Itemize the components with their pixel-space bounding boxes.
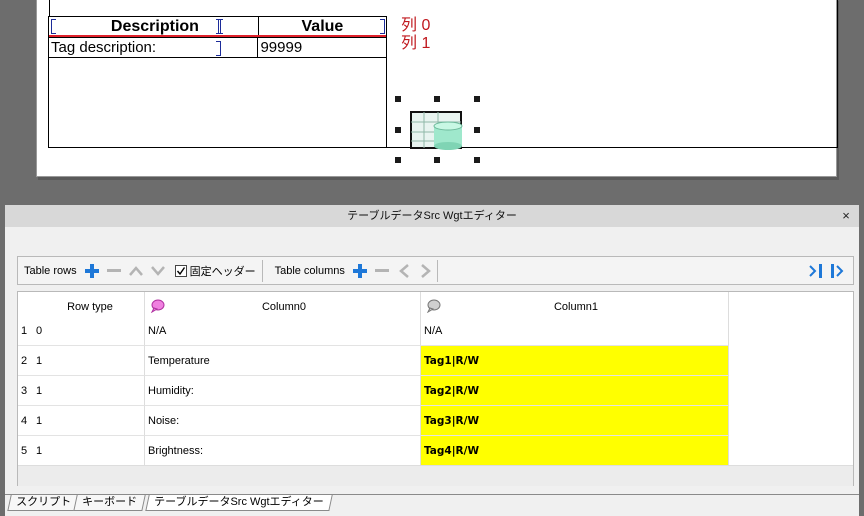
resize-handle[interactable]: [434, 157, 440, 163]
tab-script-label: スクリプト: [16, 496, 72, 508]
resize-handle[interactable]: [395, 157, 401, 163]
column1-cell[interactable]: Tag3|R/W: [421, 406, 729, 436]
table-columns-label: Table columns: [274, 264, 345, 277]
move-row-down-icon[interactable]: [147, 260, 169, 282]
column0-cell[interactable]: Temperature: [145, 346, 421, 376]
table-row[interactable]: 3 1 Humidity: Tag2|R/W: [18, 376, 729, 406]
grid-horizontal-scrollbar[interactable]: [18, 465, 853, 486]
tab-keyboard-label: キーボード: [82, 496, 138, 508]
column-labels: 列 0 列 1: [401, 17, 430, 53]
remove-column-icon[interactable]: [371, 260, 393, 282]
fixed-header-checkbox[interactable]: 固定ヘッダー: [174, 263, 256, 279]
table-rows-label: Table rows: [24, 264, 77, 277]
table-data-source-widget-icon[interactable]: [410, 110, 464, 150]
design-canvas[interactable]: Description Value Tag description: 99999…: [0, 0, 864, 200]
column0-header-label: Column0: [261, 301, 307, 313]
column-marker: [216, 41, 221, 56]
toolbar-divider: [261, 259, 263, 282]
resize-handle[interactable]: [395, 127, 401, 133]
table-data-grid: Row type Column0 Column1 1 0 N/A N/A 2 1: [17, 291, 854, 486]
resize-handle[interactable]: [434, 96, 440, 102]
editor-toolbar: Table rows 固定ヘッダー Table columns: [17, 256, 854, 285]
column1-cell[interactable]: Tag2|R/W: [421, 376, 729, 406]
resize-handle[interactable]: [395, 96, 401, 102]
column-label-1: 列 1: [401, 35, 431, 52]
table-data-src-editor-panel: テーブルデータSrc Wgtエディター × Table rows 固定ヘッダー …: [5, 205, 859, 516]
table-row[interactable]: 4 1 Noise: Tag3|R/W: [18, 406, 729, 436]
resize-handle[interactable]: [474, 96, 480, 102]
preview-cell-description: Tag description:: [49, 38, 259, 57]
column0-cell[interactable]: Noise:: [145, 406, 421, 436]
insert-column-before-icon[interactable]: [827, 260, 849, 282]
checkbox-checked-icon[interactable]: [174, 264, 187, 277]
tab-script[interactable]: スクリプト: [7, 495, 80, 511]
row-number: 1: [18, 316, 33, 346]
toolbar-spacer: [436, 259, 805, 282]
move-row-up-icon[interactable]: [125, 260, 147, 282]
column1-header-label: Column1: [553, 301, 599, 313]
column0-cell[interactable]: Humidity:: [145, 376, 421, 406]
header-separator-line: [49, 35, 386, 37]
row-number: 2: [18, 346, 33, 376]
row-type-cell[interactable]: 0: [33, 316, 145, 346]
row-type-cell[interactable]: 1: [33, 406, 145, 436]
add-row-icon[interactable]: [81, 260, 103, 282]
tab-keyboard[interactable]: キーボード: [73, 495, 146, 511]
insert-column-after-icon[interactable]: [805, 260, 827, 282]
editor-title: テーブルデータSrc Wgtエディター: [5, 205, 859, 227]
preview-header-description: Description: [49, 17, 259, 37]
column1-cell[interactable]: N/A: [421, 316, 729, 346]
remove-row-icon[interactable]: [103, 260, 125, 282]
add-column-icon[interactable]: [349, 260, 371, 282]
resize-handle[interactable]: [474, 157, 480, 163]
tab-table-data-src-editor-label: テーブルデータSrc Wgtエディター: [154, 496, 324, 508]
column1-cell[interactable]: Tag1|R/W: [421, 346, 729, 376]
editor-tab-bar: スクリプト キーボード テーブルデータSrc Wgtエディター: [5, 494, 859, 516]
resize-handle[interactable]: [474, 127, 480, 133]
column-label-0: 列 0: [401, 17, 431, 34]
move-column-left-icon[interactable]: [393, 260, 415, 282]
tab-table-data-src-editor[interactable]: テーブルデータSrc Wgtエディター: [145, 495, 333, 511]
close-icon[interactable]: ×: [839, 205, 853, 227]
row-type-cell[interactable]: 1: [33, 376, 145, 406]
row-number: 5: [18, 436, 33, 466]
table-row[interactable]: 5 1 Brightness: Tag4|R/W: [18, 436, 729, 466]
table-widget-preview[interactable]: Description Value Tag description: 99999: [48, 16, 387, 148]
fixed-header-label: 固定ヘッダー: [189, 265, 256, 278]
move-column-right-icon[interactable]: [415, 260, 437, 282]
table-row[interactable]: 2 1 Temperature Tag1|R/W: [18, 346, 729, 376]
row-number: 3: [18, 376, 33, 406]
column-marker: [51, 19, 56, 34]
column-marker: [380, 19, 385, 34]
column0-cell[interactable]: N/A: [145, 316, 421, 346]
column0-cell[interactable]: Brightness:: [145, 436, 421, 466]
row-number: 4: [18, 406, 33, 436]
preview-cell-value: 99999: [260, 39, 303, 56]
column-marker: [218, 19, 223, 34]
table-row[interactable]: 1 0 N/A N/A: [18, 316, 729, 346]
preview-header-value: Value: [301, 18, 344, 35]
column1-cell[interactable]: Tag4|R/W: [421, 436, 729, 466]
row-type-cell[interactable]: 1: [33, 346, 145, 376]
row-type-cell[interactable]: 1: [33, 436, 145, 466]
